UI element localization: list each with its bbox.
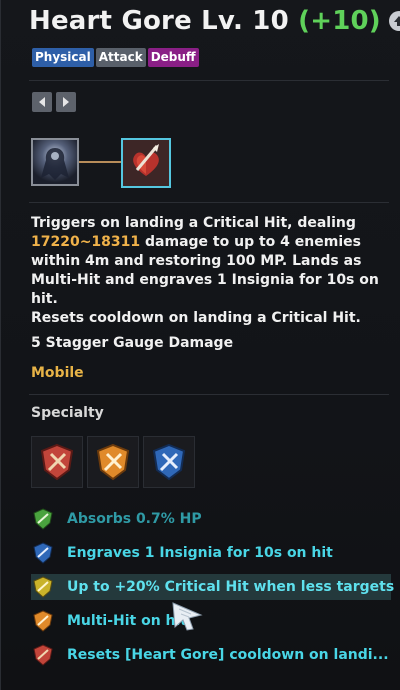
orange-shield-specialty-icon	[96, 443, 130, 481]
chevron-left-icon	[39, 97, 45, 107]
specialty-slot-blue[interactable]	[143, 436, 195, 488]
orange-shield-icon	[31, 609, 55, 633]
upgrade-arrow-icon[interactable]	[388, 11, 400, 31]
skill-tooltip-panel: Heart Gore Lv. 10 (+10) Physical Attack …	[0, 0, 400, 690]
divider	[29, 202, 389, 203]
trait-text: Multi-Hit on hit	[67, 613, 187, 629]
description-line: Multi-Hit and engraves 1 Insignia for 10…	[31, 272, 379, 307]
skill-title: Heart Gore Lv. 10 (+10)	[29, 6, 381, 36]
trait-text: Resets [Heart Gore] cooldown on landi...	[67, 647, 389, 663]
trait-critical-hit[interactable]: Up to +20% Critical Hit when less target…	[31, 574, 395, 600]
heart-gore-skill-icon[interactable]	[121, 138, 171, 188]
skill-description: Triggers on landing a Critical Hit, deal…	[31, 214, 391, 328]
specialty-slots	[31, 436, 195, 488]
specialty-slot-red[interactable]	[31, 436, 83, 488]
divider	[29, 394, 389, 395]
specialty-heading: Specialty	[31, 405, 104, 421]
skill-level-bonus: (+10)	[298, 6, 381, 36]
chevron-right-icon	[63, 97, 69, 107]
trait-absorbs-hp: Absorbs 0.7% HP	[31, 506, 391, 532]
title-row: Heart Gore Lv. 10 (+10)	[29, 6, 400, 36]
description-line: 17220~18311 damage to up to 4 enemies	[31, 233, 391, 252]
description-line: Triggers on landing a Critical Hit, deal…	[31, 215, 356, 231]
mouse-cursor-icon	[171, 601, 205, 635]
tag-physical: Physical	[32, 48, 94, 67]
blue-shield-icon	[31, 541, 55, 565]
skill-name: Heart Gore Lv. 10	[29, 6, 289, 36]
description-line: within 4m and restoring 100 MP. Lands as	[31, 253, 362, 269]
mobility-label: Mobile	[31, 365, 84, 381]
nav-arrows	[32, 92, 76, 112]
tree-connector	[79, 161, 121, 163]
trait-text: Up to +20% Critical Hit when less target…	[67, 579, 395, 595]
trait-text: Absorbs 0.7% HP	[67, 511, 202, 527]
divider	[29, 80, 389, 81]
blue-shield-specialty-icon	[152, 443, 186, 481]
specialty-slot-orange[interactable]	[87, 436, 139, 488]
description-text: damage to up to 4 enemies	[140, 234, 361, 250]
stagger-damage: 5 Stagger Gauge Damage	[31, 335, 234, 351]
damage-range: 17220~18311	[31, 234, 141, 250]
trait-resets-cooldown: Resets [Heart Gore] cooldown on landi...	[31, 642, 391, 668]
description-line: Resets cooldown on landing a Critical Hi…	[31, 310, 361, 326]
specialty-traits: Absorbs 0.7% HP Engraves 1 Insignia for …	[31, 506, 395, 676]
trait-text: Engraves 1 Insignia for 10s on hit	[67, 545, 333, 561]
prev-arrow-button[interactable]	[32, 92, 52, 112]
character-portrait-icon[interactable]	[31, 138, 79, 186]
tag-debuff: Debuff	[147, 48, 199, 67]
red-shield-specialty-icon	[40, 443, 74, 481]
trait-engraves-insignia: Engraves 1 Insignia for 10s on hit	[31, 540, 391, 566]
tag-attack: Attack	[95, 48, 146, 67]
red-shield-icon	[31, 643, 55, 667]
yellow-shield-icon	[31, 575, 55, 599]
green-shield-icon	[31, 507, 55, 531]
skill-tags: Physical Attack Debuff	[32, 48, 199, 67]
trait-multi-hit: Multi-Hit on hit	[31, 608, 391, 634]
skill-tree	[31, 138, 181, 192]
next-arrow-button[interactable]	[56, 92, 76, 112]
